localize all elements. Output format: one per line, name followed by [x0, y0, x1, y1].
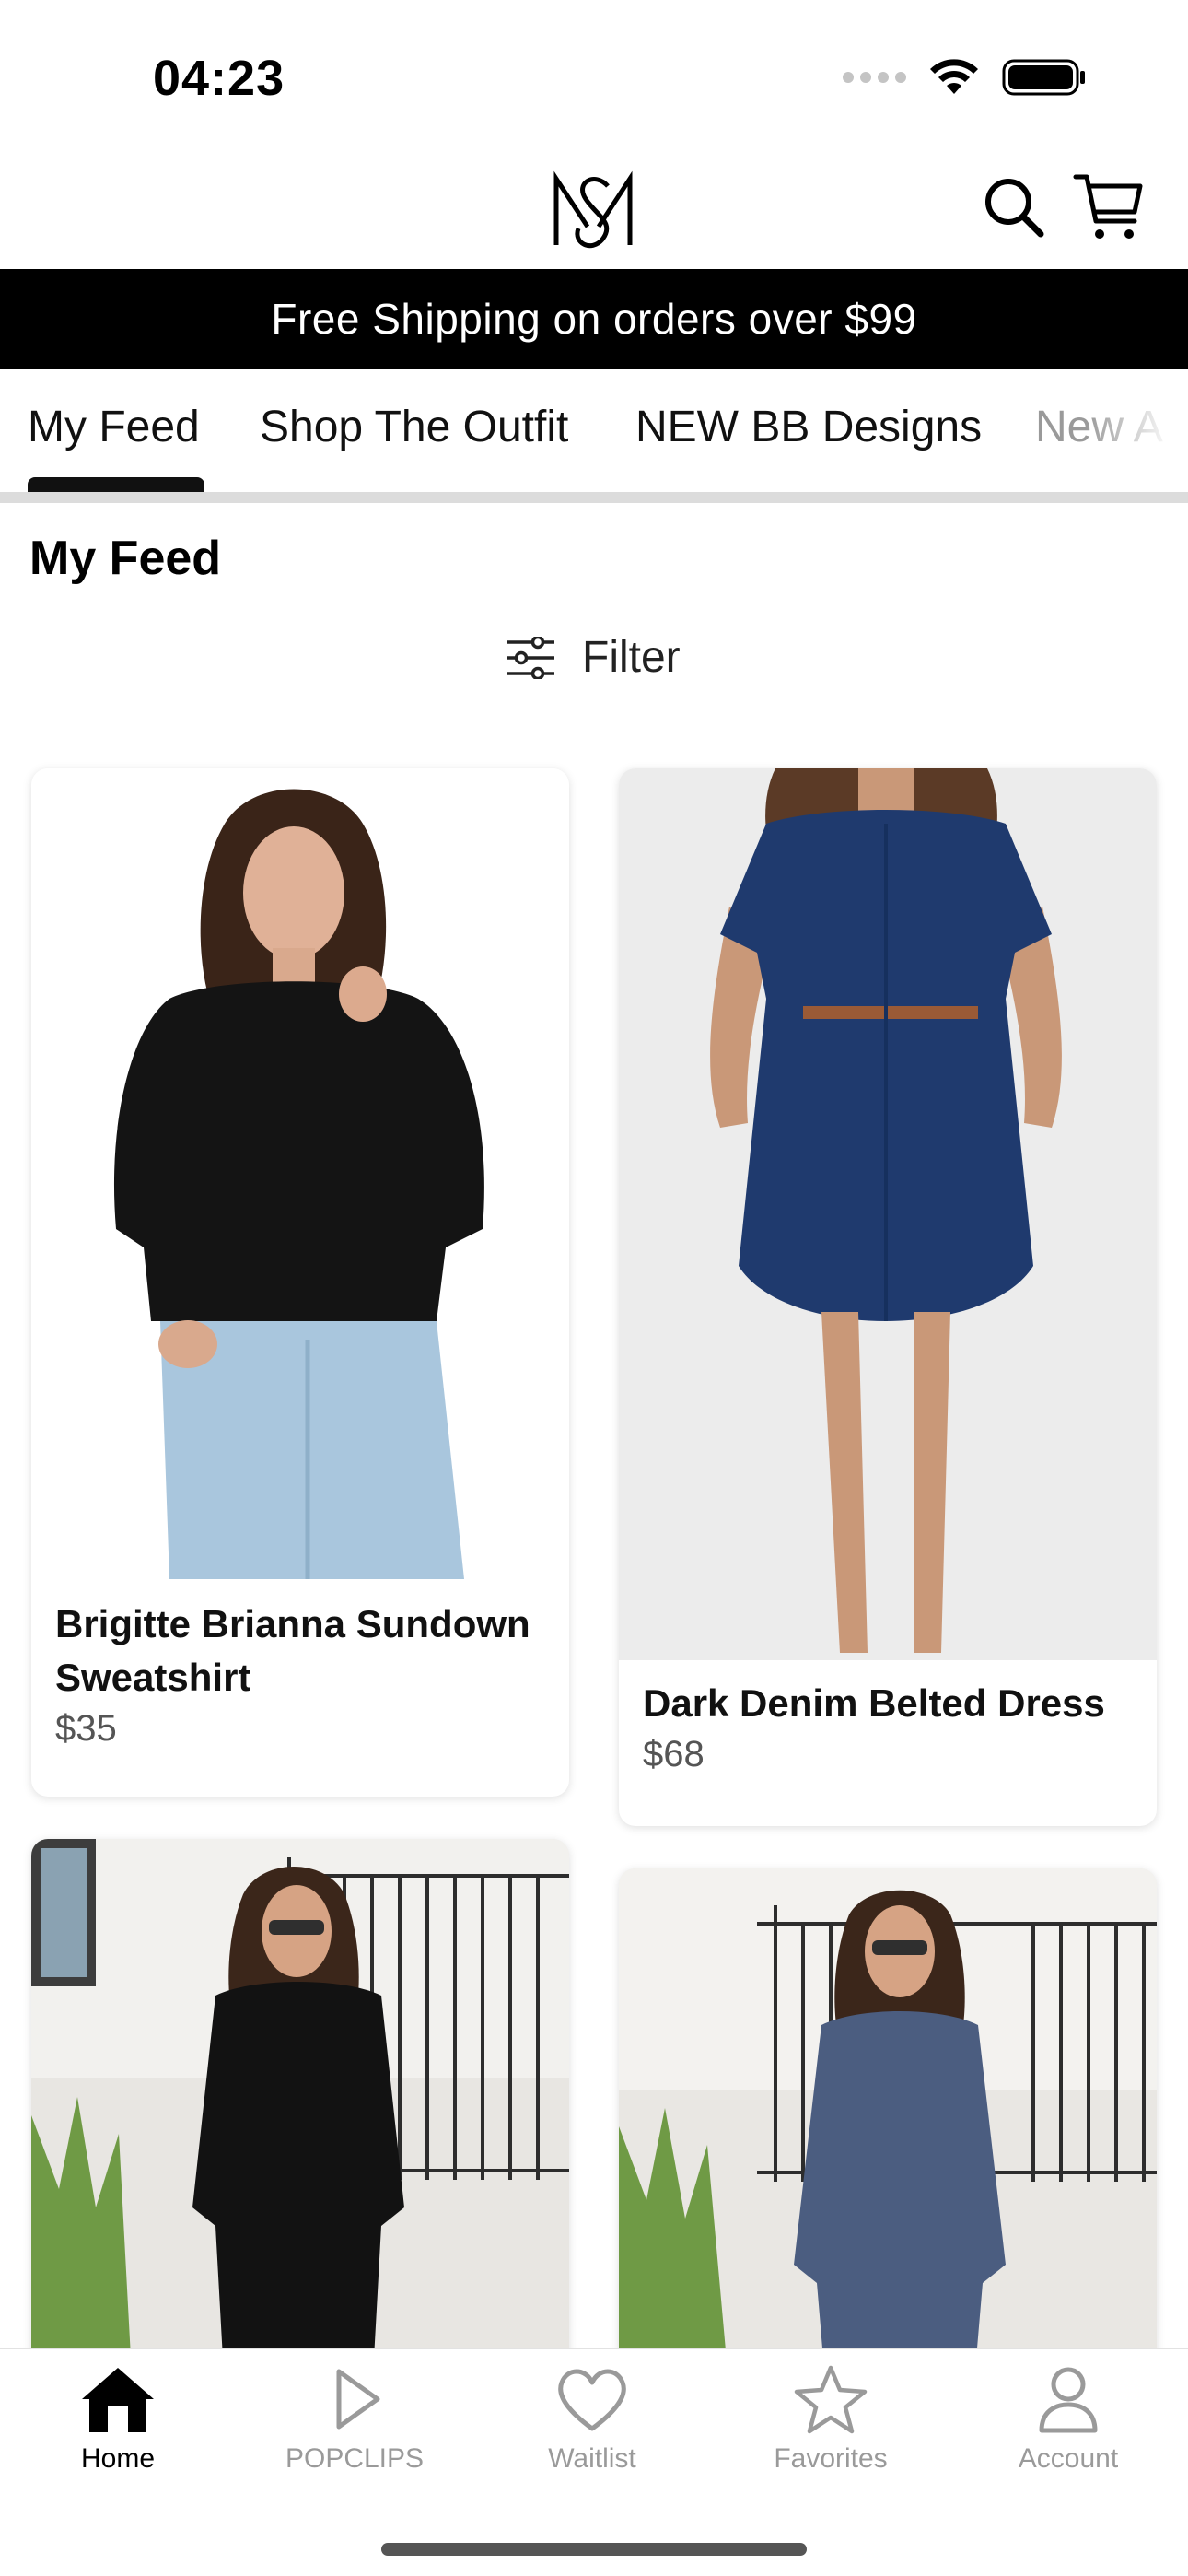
product-info: Dark Denim Belted Dress $68 — [643, 1677, 1133, 1775]
nav-waitlist[interactable]: Waitlist — [491, 2364, 693, 2475]
product-image[interactable] — [31, 768, 569, 1579]
product-name[interactable]: Brigitte Brianna Sundown Sweatshirt — [55, 1598, 545, 1704]
star-icon — [794, 2365, 868, 2434]
product-card[interactable] — [619, 1868, 1157, 2392]
promo-banner-text: Free Shipping on orders over $99 — [271, 295, 917, 343]
tab-bar-divider — [0, 492, 1188, 503]
status-icons — [843, 57, 1087, 98]
page-title: My Feed — [29, 532, 222, 585]
signal-dots-icon — [843, 72, 906, 83]
product-price: $35 — [55, 1708, 117, 1749]
nav-account-label: Account — [1018, 2443, 1119, 2474]
brand-logo[interactable] — [549, 162, 637, 254]
nav-favorites[interactable]: Favorites — [729, 2364, 932, 2475]
bottom-nav: Home POPCLIPS Waitlist Favorites Account — [0, 2348, 1188, 2576]
active-tab-indicator — [28, 477, 204, 492]
tab-my-feed[interactable]: My Feed — [28, 402, 200, 452]
product-info: Brigitte Brianna Sundown Sweatshirt $35 — [55, 1598, 545, 1750]
app-header — [0, 147, 1188, 269]
category-tab-bar: My Feed Shop The Outfit NEW BB Designs N… — [0, 369, 1188, 507]
home-icon — [82, 2368, 154, 2432]
nav-favorites-label: Favorites — [774, 2443, 888, 2474]
person-icon — [1039, 2367, 1098, 2433]
product-card[interactable] — [31, 1839, 569, 2392]
filter-button[interactable]: Filter — [505, 632, 681, 683]
play-icon — [336, 2369, 380, 2430]
nav-home-label: Home — [80, 2443, 156, 2474]
cart-icon[interactable] — [1072, 170, 1146, 243]
status-bar: 04:23 — [0, 0, 1188, 147]
sliders-icon — [507, 636, 554, 679]
product-card[interactable]: Dark Denim Belted Dress $68 — [619, 768, 1157, 1826]
product-image[interactable] — [619, 1868, 1157, 2392]
promo-banner[interactable]: Free Shipping on orders over $99 — [0, 269, 1188, 369]
nav-waitlist-label: Waitlist — [548, 2443, 636, 2474]
product-card[interactable]: Brigitte Brianna Sundown Sweatshirt $35 — [31, 768, 569, 1797]
product-image[interactable] — [31, 1839, 569, 2392]
wifi-icon — [930, 59, 978, 94]
product-image[interactable] — [619, 768, 1157, 1660]
product-name[interactable]: Dark Denim Belted Dress — [643, 1677, 1133, 1730]
filter-label: Filter — [582, 633, 681, 682]
status-time: 04:23 — [153, 51, 285, 106]
tab-shop-the-outfit[interactable]: Shop The Outfit — [260, 402, 568, 452]
tab-new-bb-designs[interactable]: NEW BB Designs — [635, 402, 982, 452]
nav-home[interactable]: Home — [17, 2364, 219, 2475]
nav-popclips-label: POPCLIPS — [285, 2443, 425, 2474]
heart-icon — [558, 2369, 626, 2431]
product-price: $68 — [643, 1734, 705, 1774]
search-icon[interactable] — [982, 175, 1046, 240]
battery-icon — [1002, 59, 1085, 96]
home-indicator — [381, 2543, 807, 2556]
nav-popclips[interactable]: POPCLIPS — [253, 2364, 456, 2475]
tab-fade-overlay — [1087, 369, 1188, 488]
nav-account[interactable]: Account — [967, 2364, 1170, 2475]
